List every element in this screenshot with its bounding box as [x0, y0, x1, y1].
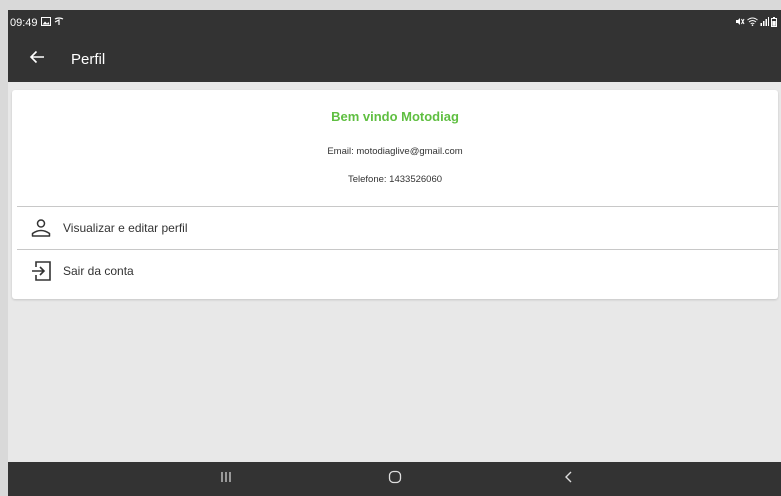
- signal-icon: [760, 17, 769, 29]
- gallery-notification-icon: [40, 17, 51, 29]
- device-screen: 09:49 Perfil Bem vindo Motodiag Email: m…: [8, 10, 781, 496]
- welcome-text: Bem vindo Motodiag: [331, 109, 459, 124]
- chevron-left-icon: [564, 470, 574, 488]
- wifi-icon: [747, 17, 758, 29]
- cast-notification-icon: [54, 17, 64, 29]
- status-time: 09:49: [10, 17, 38, 29]
- view-edit-profile-item[interactable]: Visualizar e editar perfil: [12, 208, 778, 248]
- arrow-left-icon: [29, 50, 45, 69]
- status-bar: 09:49: [8, 10, 781, 36]
- logout-icon: [30, 260, 52, 282]
- recent-apps-icon: [220, 470, 232, 488]
- divider: [17, 249, 778, 250]
- menu-item-label: Visualizar e editar perfil: [63, 221, 188, 235]
- person-icon: [30, 217, 52, 239]
- battery-icon: [771, 16, 777, 30]
- app-bar: Perfil: [8, 36, 781, 82]
- system-navigation-bar: [8, 462, 781, 496]
- page-title: Perfil: [71, 50, 106, 68]
- home-icon: [388, 470, 402, 489]
- logout-item[interactable]: Sair da conta: [12, 251, 778, 291]
- divider: [17, 206, 778, 207]
- back-button[interactable]: [17, 39, 57, 79]
- recent-apps-button[interactable]: [206, 462, 246, 496]
- back-nav-button[interactable]: [549, 462, 589, 496]
- home-button[interactable]: [375, 462, 415, 496]
- email-text: Email: motodiaglive@gmail.com: [327, 146, 463, 157]
- menu-item-label: Sair da conta: [63, 264, 134, 278]
- phone-text: Telefone: 1433526060: [347, 174, 443, 185]
- mute-icon: [735, 17, 745, 29]
- profile-card: Bem vindo Motodiag Email: motodiaglive@g…: [12, 90, 778, 299]
